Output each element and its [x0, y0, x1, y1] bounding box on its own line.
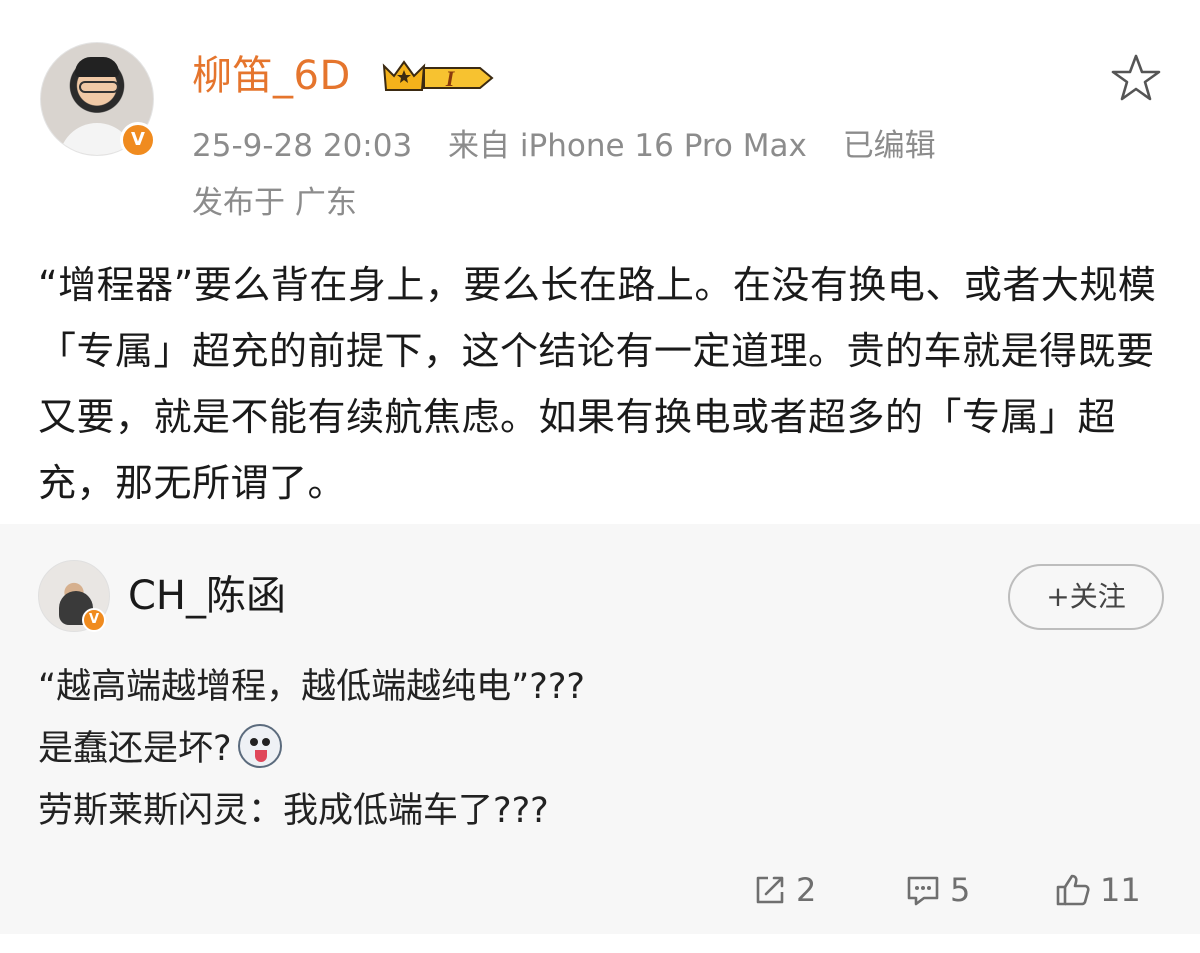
quoted-body: “越高端越增程，越低端越纯电”??? 是蠢还是坏? 劳斯莱斯闪灵：我成低端车了?… [38, 656, 1158, 842]
star-icon[interactable] [1110, 52, 1162, 104]
share-count: 2 [796, 871, 817, 909]
quoted-line: “越高端越增程，越低端越纯电”??? [38, 667, 585, 707]
quoted-author-name[interactable]: CH_陈函 [128, 568, 286, 624]
level-badge-label: I [445, 66, 456, 91]
post-edited[interactable]: 已编辑 [843, 128, 936, 164]
avatar-glasses [79, 81, 119, 93]
quoted-post[interactable]: V CH_陈函 +关注 “越高端越增程，越低端越纯电”??? 是蠢还是坏? 劳斯… [0, 524, 1200, 934]
post-card: V 柳笛_6D I 25-9-28 20:03 来自 iPhone 16 Pro… [0, 0, 1200, 524]
like-button[interactable]: 11 [1054, 862, 1141, 918]
crown-badge-icon[interactable]: I [380, 56, 496, 96]
like-icon [1056, 874, 1090, 906]
post-source: 来自 iPhone 16 Pro Max [448, 128, 807, 164]
follow-button[interactable]: +关注 [1008, 564, 1164, 630]
share-icon [756, 876, 784, 904]
comment-button[interactable]: 5 [904, 862, 970, 918]
post-body: “增程器”要么背在身上，要么长在路上。在没有换电、或者大规模「专属」超充的前提下… [38, 263, 1157, 505]
quoted-line: 劳斯莱斯闪灵：我成低端车了??? [38, 791, 549, 831]
post-location: 发布于 广东 [192, 185, 357, 221]
husky-emoji-icon [237, 724, 282, 768]
share-button[interactable]: 2 [752, 862, 816, 918]
quoted-verified-badge: V [82, 608, 106, 632]
verified-badge: V [120, 122, 156, 158]
action-bar: 2 5 11 [0, 862, 1200, 918]
quoted-line: 是蠢还是坏? [38, 718, 1158, 780]
post-timestamp: 25-9-28 20:03 [192, 128, 413, 164]
author-name[interactable]: 柳笛_6D [192, 48, 351, 104]
avatar-hair [75, 57, 119, 77]
post-meta: 25-9-28 20:03 来自 iPhone 16 Pro Max 已编辑 [192, 122, 962, 170]
comment-icon [907, 876, 939, 906]
comment-count: 5 [950, 871, 971, 909]
quoted-line-text: 是蠢还是坏? [38, 729, 232, 769]
like-count: 11 [1100, 871, 1141, 909]
